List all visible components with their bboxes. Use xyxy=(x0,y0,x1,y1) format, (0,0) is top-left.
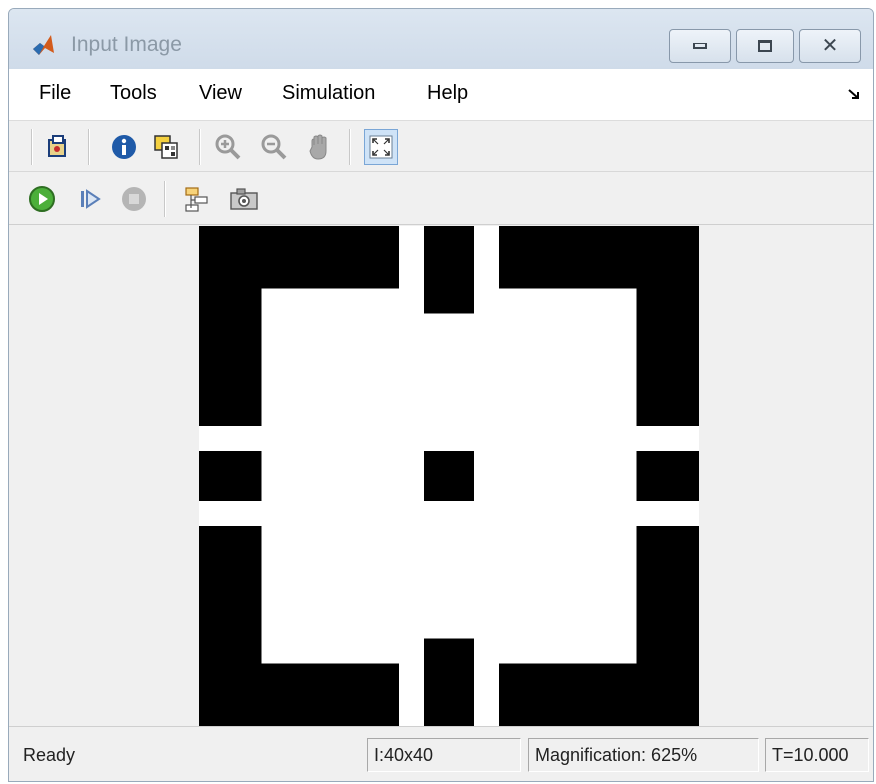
print-properties-icon[interactable] xyxy=(43,132,73,162)
close-button[interactable]: ✕ xyxy=(799,29,861,63)
simulink-viewer-window: Input Image ✕ File Tools View Simulation… xyxy=(8,8,874,782)
status-image-size-text: I:40x40 xyxy=(374,745,434,765)
fit-to-view-icon[interactable] xyxy=(364,129,398,165)
toolbar-separator xyxy=(164,181,166,217)
pan-hand-icon[interactable] xyxy=(305,132,335,162)
stop-icon[interactable] xyxy=(119,184,149,214)
toolbar-separator xyxy=(199,129,201,165)
status-state: Ready xyxy=(23,745,76,765)
hierarchy-icon[interactable] xyxy=(182,184,212,214)
image-overlay-icon[interactable] xyxy=(151,132,181,162)
zoom-in-icon[interactable] xyxy=(213,132,243,162)
status-time-text: T=10.000 xyxy=(772,745,849,765)
info-icon[interactable] xyxy=(109,132,139,162)
status-magnification-text: Magnification: 625% xyxy=(535,745,698,765)
toolbar-simulation xyxy=(9,173,873,225)
menu-simulation[interactable]: Simulation xyxy=(282,82,375,105)
toolbar-view xyxy=(9,122,873,172)
status-image-size: I:40x40 xyxy=(367,738,521,772)
input-image-pixels xyxy=(199,226,699,726)
matlab-logo-icon xyxy=(33,35,54,55)
window-title: Input Image xyxy=(71,33,182,56)
minimize-button[interactable] xyxy=(669,29,731,63)
menu-tools[interactable]: Tools xyxy=(110,82,157,105)
menu-view[interactable]: View xyxy=(199,82,242,105)
undock-arrow-icon[interactable] xyxy=(847,87,861,101)
maximize-icon xyxy=(758,40,772,52)
snapshot-camera-icon[interactable] xyxy=(229,184,259,214)
maximize-button[interactable] xyxy=(736,29,794,63)
menu-file[interactable]: File xyxy=(39,82,71,105)
status-bar: Ready I:40x40 Magnification: 625% T=10.0… xyxy=(9,726,873,781)
menu-bar: File Tools View Simulation Help xyxy=(9,69,873,121)
image-display-area[interactable] xyxy=(9,226,873,726)
close-icon: ✕ xyxy=(821,35,839,57)
input-image xyxy=(199,226,699,726)
status-magnification: Magnification: 625% xyxy=(528,738,759,772)
menu-help[interactable]: Help xyxy=(427,82,468,105)
zoom-out-icon[interactable] xyxy=(259,132,289,162)
toolbar-separator xyxy=(349,129,351,165)
toolbar-separator xyxy=(31,129,33,165)
toolbar-separator xyxy=(88,129,90,165)
minimize-icon xyxy=(693,43,707,49)
status-time: T=10.000 xyxy=(765,738,869,772)
run-icon[interactable] xyxy=(27,184,57,214)
step-forward-icon[interactable] xyxy=(75,184,105,214)
title-bar[interactable]: Input Image ✕ xyxy=(9,9,873,69)
